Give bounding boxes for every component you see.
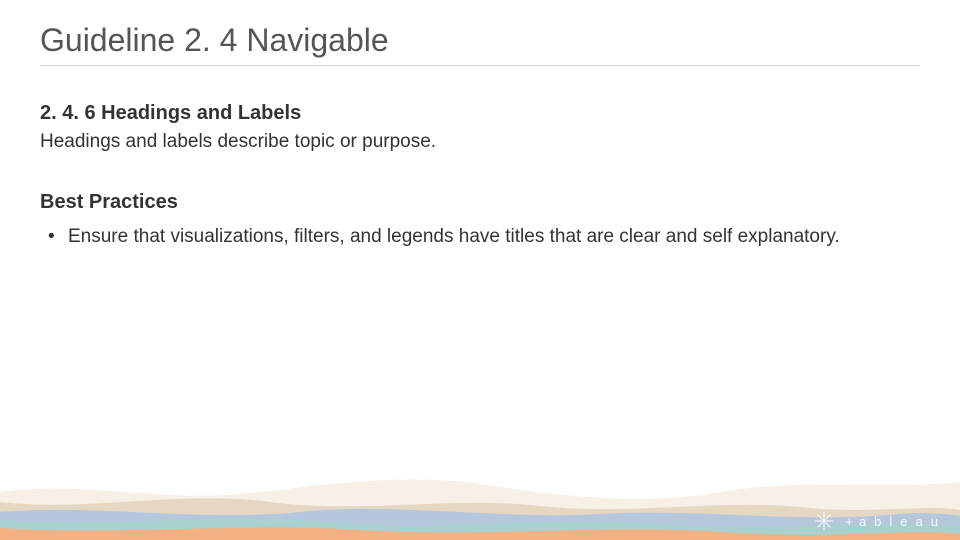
slide: Guideline 2. 4 Navigable 2. 4. 6 Heading…: [0, 0, 960, 540]
brand-plus-icon: +: [845, 514, 853, 529]
best-practices-heading: Best Practices: [40, 191, 920, 214]
best-practices-list: Ensure that visualizations, filters, and…: [40, 224, 920, 250]
brand-name: ableau: [859, 514, 946, 529]
section-heading: 2. 4. 6 Headings and Labels: [40, 102, 920, 125]
page-title: Guideline 2. 4 Navigable: [40, 22, 920, 59]
brand-logo: + ableau: [813, 510, 946, 532]
brand-text: + ableau: [845, 514, 946, 529]
title-divider: [40, 65, 920, 66]
tableau-mark-icon: [813, 510, 835, 532]
list-item: Ensure that visualizations, filters, and…: [40, 224, 920, 250]
section-description: Headings and labels describe topic or pu…: [40, 131, 920, 153]
content-area: Guideline 2. 4 Navigable 2. 4. 6 Heading…: [0, 0, 960, 250]
